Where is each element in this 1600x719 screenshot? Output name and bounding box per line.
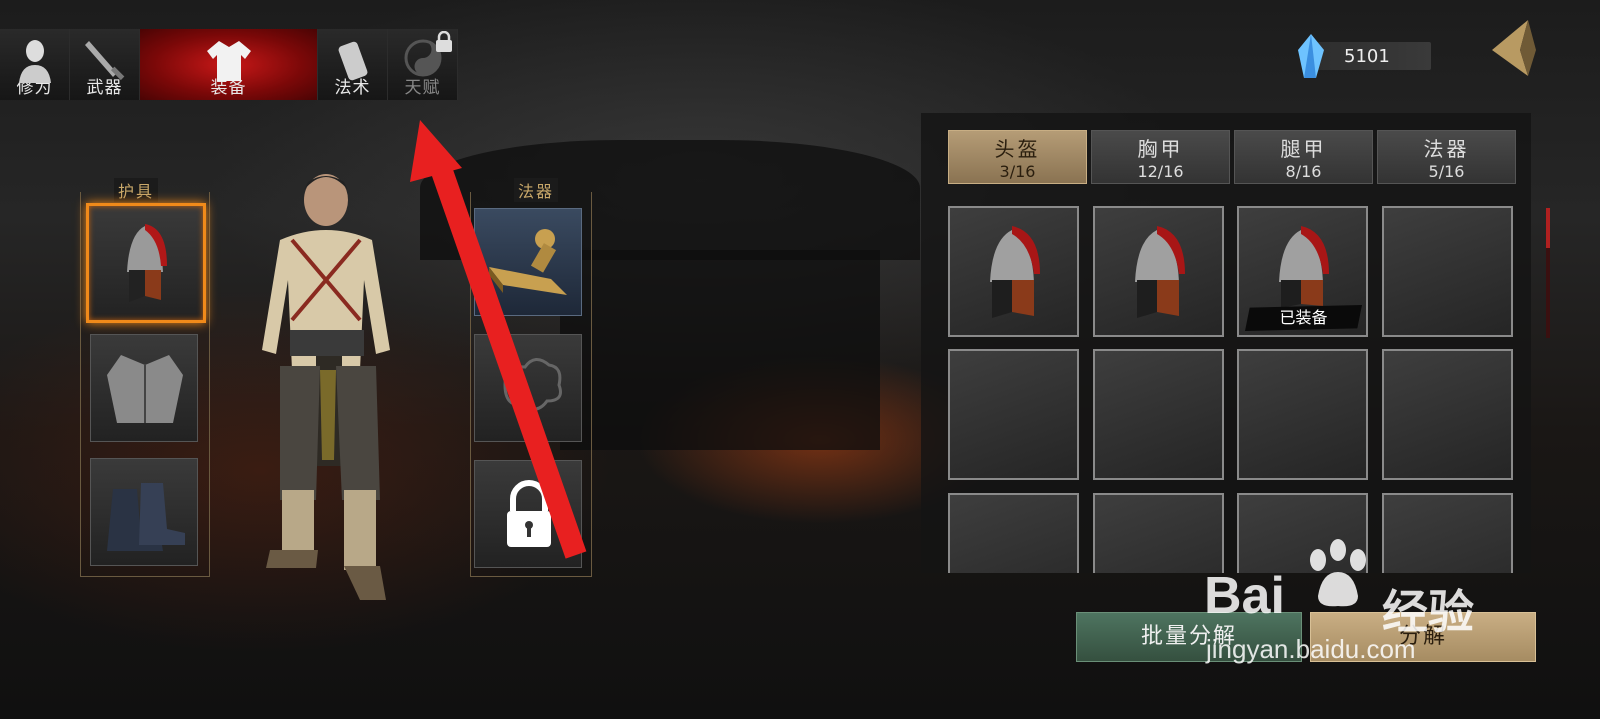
sword-icon bbox=[83, 37, 127, 87]
category-tabs: 头盔 3/16 胸甲 12/16 腿甲 8/16 法器 5/16 bbox=[948, 130, 1516, 184]
watermark-url: jingyan.baidu.com bbox=[1206, 634, 1416, 664]
baidu-watermark: Bai 经验 jingyan.baidu.com bbox=[1200, 536, 1500, 676]
character-model bbox=[240, 170, 420, 610]
cultivation-figure-icon bbox=[15, 37, 55, 87]
category-name: 腿甲 bbox=[1280, 137, 1327, 161]
category-tab-artifact[interactable]: 法器 5/16 bbox=[1377, 130, 1516, 184]
tab-cultivation[interactable]: 修为 bbox=[0, 29, 70, 100]
boots-icon bbox=[107, 483, 185, 551]
tab-equipment[interactable]: 装备 bbox=[140, 29, 318, 100]
inventory-scrollbar[interactable] bbox=[1546, 208, 1550, 338]
watermark-brand: Bai bbox=[1204, 567, 1285, 625]
equipped-badge: 已装备 bbox=[1245, 305, 1362, 331]
inventory-cell-helmet[interactable] bbox=[1093, 206, 1224, 337]
robe-icon bbox=[205, 37, 253, 87]
inventory-cell-empty[interactable] bbox=[948, 349, 1079, 480]
currency-amount: 5101 bbox=[1344, 46, 1390, 67]
currency-display: 5101 bbox=[1296, 34, 1436, 78]
category-tab-helmet[interactable]: 头盔 3/16 bbox=[948, 130, 1087, 184]
category-name: 法器 bbox=[1423, 137, 1470, 161]
inventory-cell-empty[interactable] bbox=[1093, 349, 1224, 480]
category-count: 8/16 bbox=[1285, 162, 1322, 181]
category-count: 3/16 bbox=[999, 162, 1036, 181]
scroll-icon bbox=[333, 37, 373, 87]
annotation-arrow bbox=[410, 120, 587, 559]
inventory-cell-helmet-equipped[interactable]: 已装备 bbox=[1237, 206, 1368, 337]
armor-slot-helmet[interactable] bbox=[86, 203, 206, 323]
inventory-cell-empty[interactable] bbox=[1237, 349, 1368, 480]
helmet-icon bbox=[1135, 226, 1185, 318]
inventory-cell-empty[interactable] bbox=[1382, 349, 1513, 480]
temple-building-silhouette bbox=[560, 250, 880, 450]
inventory-cell-empty[interactable] bbox=[1382, 206, 1513, 337]
armor-slot-boots[interactable] bbox=[90, 458, 198, 566]
lock-icon bbox=[435, 30, 453, 57]
category-tab-legs[interactable]: 腿甲 8/16 bbox=[1234, 130, 1373, 184]
category-count: 12/16 bbox=[1137, 162, 1184, 181]
paw-icon bbox=[1310, 539, 1366, 607]
helmet-icon bbox=[127, 224, 167, 302]
chest-armor-icon bbox=[107, 355, 183, 423]
inventory-grid: 已装备 bbox=[948, 206, 1516, 573]
back-button[interactable] bbox=[1484, 16, 1540, 80]
category-name: 胸甲 bbox=[1137, 137, 1184, 161]
category-tab-chest[interactable]: 胸甲 12/16 bbox=[1091, 130, 1230, 184]
blue-crystal-icon bbox=[1296, 34, 1326, 82]
category-name: 头盔 bbox=[994, 137, 1041, 161]
inventory-cell-empty[interactable] bbox=[948, 493, 1079, 573]
watermark-cn: 经验 bbox=[1382, 585, 1474, 639]
armor-title: 护具 bbox=[114, 178, 159, 202]
back-arrow-icon bbox=[1492, 20, 1536, 76]
tab-spell[interactable]: 法术 bbox=[318, 29, 388, 100]
scrollbar-thumb[interactable] bbox=[1546, 208, 1550, 248]
helmet-icon bbox=[990, 226, 1040, 318]
category-count: 5/16 bbox=[1428, 162, 1465, 181]
tab-weapon[interactable]: 武器 bbox=[70, 29, 140, 100]
inventory-cell-helmet[interactable] bbox=[948, 206, 1079, 337]
armor-slot-chest[interactable] bbox=[90, 334, 198, 442]
top-tab-bar: 修为 武器 装备 法术 天赋 bbox=[0, 29, 458, 100]
tab-talent[interactable]: 天赋 bbox=[388, 29, 458, 100]
inventory-panel: 头盔 3/16 胸甲 12/16 腿甲 8/16 法器 5/16 已装备 bbox=[921, 113, 1550, 573]
